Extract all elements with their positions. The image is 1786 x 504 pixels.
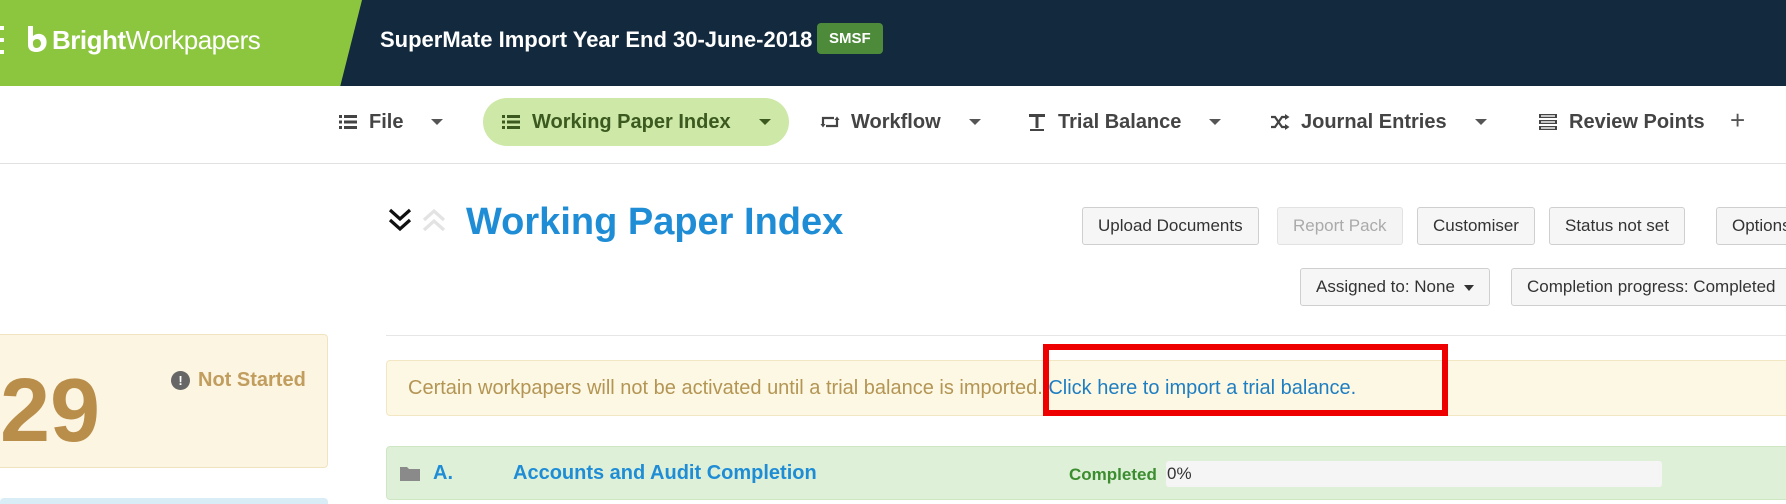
section-progress-label: 0% (1167, 464, 1192, 483)
chevron-down-icon[interactable] (968, 119, 981, 125)
nav-journal-entries-label: Journal Entries (1301, 110, 1447, 133)
chevron-down-icon[interactable] (758, 119, 771, 125)
nav-working-paper-index-label: Working Paper Index (532, 110, 731, 133)
section-status-label: Completed (1069, 465, 1157, 484)
add-nav-button[interactable]: + (1730, 107, 1745, 133)
customiser-button[interactable]: Customiser (1417, 207, 1535, 245)
chevron-down-icon[interactable] (1474, 119, 1487, 125)
collapse-all-icon[interactable] (386, 204, 414, 234)
next-status-card[interactable] (0, 498, 328, 504)
document-title: SuperMate Import Year End 30-June-2018 (380, 27, 813, 52)
chevron-down-icon[interactable] (431, 119, 444, 125)
nav-review-points[interactable]: Review Points (1538, 98, 1705, 146)
status-label: Not Started (198, 369, 306, 391)
options-button[interactable]: Options (1716, 207, 1786, 245)
brand-name-light: Workpapers (125, 25, 261, 55)
text-height-icon (1029, 114, 1045, 131)
bright-logo-icon (28, 26, 47, 52)
random-icon (1271, 114, 1290, 130)
status-filter-button[interactable]: Status not set (1549, 207, 1685, 245)
status-count: 29 (0, 361, 101, 461)
highlight-box (1043, 344, 1448, 416)
nav-file[interactable]: File (338, 98, 444, 146)
nav-workflow[interactable]: Workflow (820, 98, 981, 146)
list-icon (502, 115, 520, 129)
retweet-icon (820, 116, 840, 128)
brand-name-bold: Bright (52, 25, 126, 55)
tasks-icon (1539, 114, 1557, 130)
nav-file-label: File (369, 110, 404, 133)
nav-review-points-label: Review Points (1569, 110, 1705, 133)
folder-icon (400, 467, 420, 481)
report-pack-button[interactable]: Report Pack (1277, 207, 1403, 245)
fund-type-badge: SMSF (817, 23, 883, 54)
main-nav: File Working Paper Index Workflow Trial … (0, 86, 1786, 164)
expand-all-icon[interactable] (420, 206, 448, 236)
list-icon (339, 115, 357, 129)
section-code[interactable]: A. (433, 462, 453, 484)
hamburger-menu-icon[interactable] (0, 26, 4, 56)
completion-progress-dropdown[interactable]: Completion progress: Completed (1511, 268, 1786, 306)
top-header: BrightWorkpapers SuperMate Import Year E… (0, 0, 1786, 86)
nav-working-paper-index[interactable]: Working Paper Index (483, 98, 789, 146)
nav-trial-balance[interactable]: Trial Balance (1027, 98, 1222, 146)
exclamation-circle-icon: ! (171, 371, 190, 390)
brand-area[interactable]: BrightWorkpapers (0, 0, 362, 86)
caret-down-icon (1463, 284, 1474, 291)
section-name-link[interactable]: Accounts and Audit Completion (513, 462, 817, 484)
alert-text: Certain workpapers will not be activated… (408, 377, 1043, 399)
section-progress-bar (1166, 461, 1662, 487)
assigned-to-label: Assigned to: None (1316, 277, 1455, 296)
assigned-to-dropdown[interactable]: Assigned to: None (1300, 268, 1490, 306)
page-title: Working Paper Index (466, 201, 844, 243)
brand-name: BrightWorkpapers (52, 25, 261, 55)
nav-journal-entries[interactable]: Journal Entries (1270, 98, 1487, 146)
upload-documents-button[interactable]: Upload Documents (1082, 207, 1259, 245)
chevron-down-icon[interactable] (1209, 119, 1222, 125)
nav-workflow-label: Workflow (851, 110, 941, 133)
nav-trial-balance-label: Trial Balance (1058, 110, 1182, 133)
